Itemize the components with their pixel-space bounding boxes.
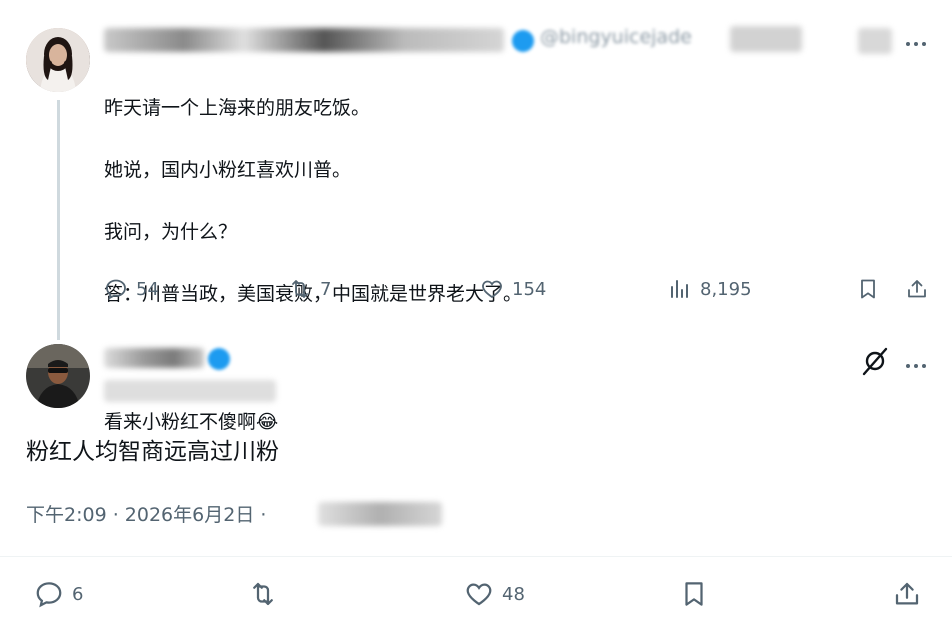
reply-reply-button[interactable]: 6	[34, 579, 83, 609]
parent-author-handle[interactable]: @bingyuicejade	[540, 26, 692, 48]
share-icon	[895, 582, 919, 605]
reply-like-button[interactable]: 48	[464, 579, 525, 609]
parent-views-count: 8,195	[700, 278, 752, 300]
parent-repost-count: 7	[320, 278, 332, 300]
divider-line	[0, 556, 952, 557]
reply-views-obscured	[318, 502, 442, 526]
parent-line-1: 昨天请一个上海来的朋友吃饭。	[104, 97, 371, 119]
verified-badge-icon	[512, 30, 534, 52]
heart-icon	[466, 583, 492, 606]
share-icon	[908, 280, 926, 298]
reply-like-count: 48	[502, 583, 525, 605]
reply-tweet-text: 粉红人均智商远高过川粉	[26, 439, 279, 465]
reply-share-button[interactable]	[892, 579, 922, 613]
parent-line-2: 她说，国内小粉红喜欢川普。	[104, 159, 352, 181]
parent-repost-button[interactable]: 7	[288, 277, 331, 301]
reply-author-handle-obscured[interactable]	[104, 380, 276, 402]
parent-views-button[interactable]: 8,195	[668, 277, 752, 301]
parent-like-button[interactable]: 154	[480, 277, 546, 301]
reply-timestamp[interactable]: 下午2:09 · 2026年6月2日 ·	[26, 500, 266, 527]
bookmark-icon	[685, 582, 703, 606]
thread-connector-line	[57, 100, 60, 340]
parent-like-count: 154	[512, 278, 547, 300]
analytics-icon	[671, 280, 688, 298]
parent-more-icon[interactable]	[904, 34, 928, 46]
parent-date-obscured	[730, 26, 802, 52]
reply-more-icon[interactable]	[904, 356, 928, 368]
grok-icon[interactable]	[860, 346, 890, 380]
parent-bookmark-button[interactable]	[856, 277, 880, 305]
reply-author-name-obscured[interactable]	[104, 348, 204, 368]
reply-bookmark-button[interactable]	[679, 579, 709, 613]
reply-repost-button[interactable]	[248, 579, 278, 613]
bookmark-icon	[861, 279, 875, 299]
parent-tweet-text: 昨天请一个上海来的朋友吃饭。 她说，国内小粉红喜欢川普。 我问，为什么？ 答：川…	[104, 62, 804, 469]
repost-icon	[292, 280, 308, 298]
reply-author-avatar[interactable]	[26, 344, 90, 408]
parent-share-button[interactable]	[905, 277, 929, 305]
reply-icon	[36, 582, 62, 608]
parent-author-avatar[interactable]	[26, 28, 90, 92]
parent-reply-count: 54	[136, 278, 159, 300]
reply-verified-badge-icon	[208, 348, 230, 370]
parent-reply-button[interactable]: 54	[104, 277, 159, 301]
parent-more-obscured	[858, 28, 892, 54]
reply-reply-count: 6	[72, 583, 84, 605]
heart-icon	[482, 280, 502, 299]
parent-line-3: 我问，为什么？	[104, 221, 238, 243]
parent-author-name-obscured[interactable]	[104, 28, 504, 52]
reply-icon	[106, 279, 126, 300]
repost-icon	[253, 582, 273, 606]
